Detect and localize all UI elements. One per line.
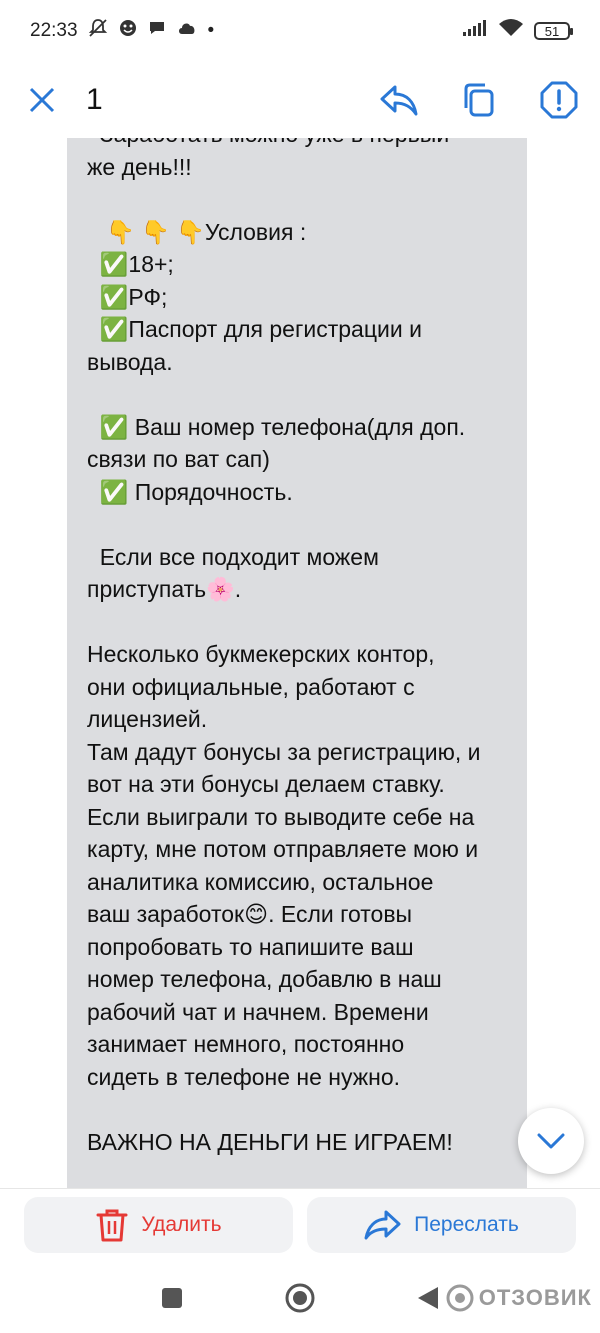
message-area[interactable]: Заработать можно уже в первый же день!!!…	[0, 138, 600, 1188]
reply-icon	[380, 85, 418, 116]
status-bar: 22:33 • 51	[0, 0, 600, 62]
copy-icon	[464, 83, 494, 117]
watermark-text: ОТЗОВИК	[478, 1285, 592, 1310]
otzovik-logo-icon	[446, 1284, 474, 1312]
delete-label: Удалить	[141, 1213, 222, 1236]
square-icon	[162, 1288, 182, 1308]
status-dot: •	[207, 20, 215, 41]
bottom-actions: Удалить Переслать	[0, 1188, 600, 1268]
home-button[interactable]	[284, 1282, 316, 1319]
forward-icon	[364, 1210, 401, 1240]
close-button[interactable]	[20, 78, 64, 122]
wifi-icon	[498, 18, 524, 44]
triangle-back-icon	[418, 1287, 438, 1309]
status-right: 51	[462, 18, 573, 44]
message-bubble[interactable]: Заработать можно уже в первый же день!!!…	[67, 138, 527, 1188]
status-left: 22:33 •	[30, 18, 214, 44]
chat-icon	[148, 19, 166, 43]
delete-button[interactable]: Удалить	[24, 1197, 293, 1253]
signal-icon	[462, 19, 488, 43]
app-notification-icon	[118, 18, 138, 44]
app-bar-actions	[378, 79, 580, 121]
cloud-icon	[176, 20, 198, 42]
reply-button[interactable]	[378, 79, 420, 121]
watermark: ОТЗОВИК	[445, 1283, 592, 1313]
muted-bell-icon	[88, 18, 108, 44]
selection-counter: 1	[86, 83, 103, 116]
recents-button[interactable]	[160, 1286, 184, 1315]
copy-button[interactable]	[458, 79, 500, 121]
scroll-down-button[interactable]	[518, 1108, 584, 1174]
forward-label: Переслать	[414, 1213, 519, 1236]
report-icon	[540, 81, 578, 119]
circle-icon	[285, 1283, 315, 1313]
close-icon	[29, 87, 55, 113]
app-bar: 1	[0, 62, 600, 138]
trash-icon	[96, 1209, 128, 1242]
forward-button[interactable]: Переслать	[307, 1197, 576, 1253]
report-button[interactable]	[538, 79, 580, 121]
status-time: 22:33	[30, 20, 78, 41]
chevron-down-icon	[537, 1133, 565, 1149]
back-button[interactable]	[416, 1285, 440, 1316]
battery-icon: 51	[534, 22, 573, 40]
